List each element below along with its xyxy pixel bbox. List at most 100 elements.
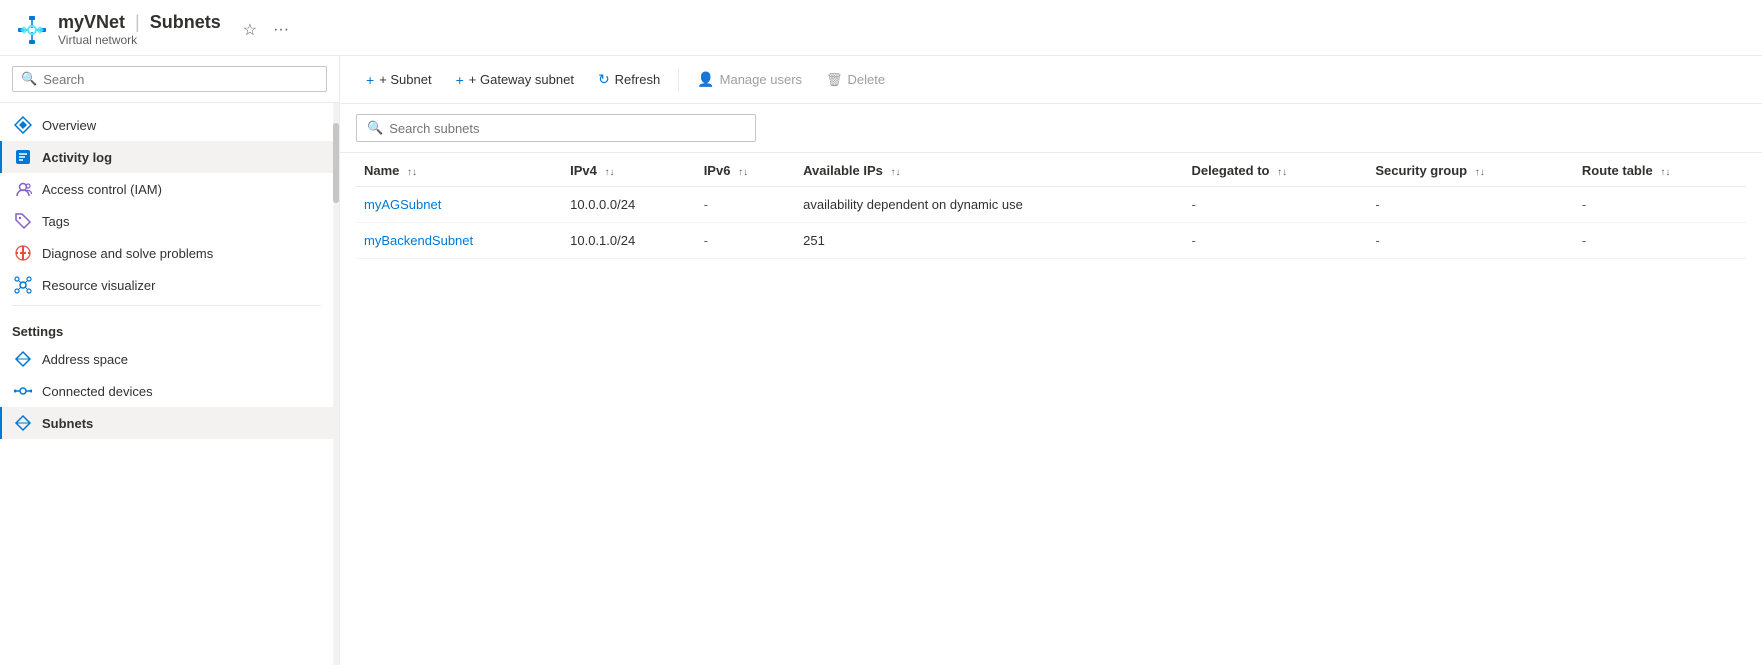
row1-ipv6: - [696, 187, 795, 223]
resource-subtitle: Virtual network [58, 33, 221, 47]
table-row: myAGSubnet 10.0.0.0/24 - availability de… [356, 187, 1746, 223]
main-content: + + Subnet + + Gateway subnet ↻ Refresh … [340, 56, 1762, 665]
col-header-ipv6[interactable]: IPv6 ↑↓ [696, 153, 795, 187]
connected-devices-icon [14, 382, 32, 400]
add-subnet-icon: + [366, 72, 374, 88]
available-ips-sort-icon[interactable]: ↑↓ [891, 167, 901, 178]
row1-name: myAGSubnet [356, 187, 562, 223]
page-title: Subnets [150, 12, 221, 33]
resource-name: myVNet [58, 12, 125, 33]
ipv4-sort-icon[interactable]: ↑↓ [605, 167, 615, 178]
subnets-icon [14, 414, 32, 432]
sidebar-item-subnets[interactable]: Subnets [0, 407, 333, 439]
table-row: myBackendSubnet 10.0.1.0/24 - 251 - - - [356, 223, 1746, 259]
title-separator: | [135, 12, 140, 33]
row2-ipv6: - [696, 223, 795, 259]
settings-divider [12, 305, 321, 306]
mybackendsubnet-link[interactable]: myBackendSubnet [364, 233, 473, 248]
sidebar-scrollbar-thumb [333, 123, 339, 203]
sidebar-item-activity-log[interactable]: Activity log [0, 141, 333, 173]
col-header-name[interactable]: Name ↑↓ [356, 153, 562, 187]
main-layout: 🔍 Overview Activity log [0, 56, 1762, 665]
sidebar-search-area: 🔍 [0, 56, 339, 103]
sidebar-item-access-control[interactable]: Access control (IAM) [0, 173, 333, 205]
sidebar-item-label-resource-visualizer: Resource visualizer [42, 278, 155, 293]
myagsubnet-link[interactable]: myAGSubnet [364, 197, 441, 212]
more-options-button[interactable]: ··· [269, 17, 293, 43]
diagnose-icon [14, 244, 32, 262]
favorite-button[interactable]: ☆ [239, 16, 261, 44]
activity-log-icon [14, 148, 32, 166]
sidebar-search-box[interactable]: 🔍 [12, 66, 327, 92]
sidebar-nav: Overview Activity log Access control (IA… [0, 103, 333, 665]
sidebar-item-label-connected-devices: Connected devices [42, 384, 153, 399]
delete-button[interactable]: 🗑 Delete [816, 67, 895, 93]
row1-ipv4: 10.0.0.0/24 [562, 187, 696, 223]
subnet-search-input[interactable] [389, 121, 745, 136]
add-subnet-label: + Subnet [379, 72, 431, 87]
sidebar-item-diagnose[interactable]: Diagnose and solve problems [0, 237, 333, 269]
col-header-delegated-to[interactable]: Delegated to ↑↓ [1183, 153, 1367, 187]
sidebar-item-tags[interactable]: Tags [0, 205, 333, 237]
toolbar-separator [678, 68, 679, 92]
page-header: myVNet | Subnets Virtual network ☆ ··· [0, 0, 1762, 56]
add-subnet-button[interactable]: + + Subnet [356, 67, 442, 93]
header-actions: ☆ ··· [239, 16, 293, 44]
sidebar-item-label-subnets: Subnets [42, 416, 93, 431]
toolbar: + + Subnet + + Gateway subnet ↻ Refresh … [340, 56, 1762, 104]
col-header-security-group[interactable]: Security group ↑↓ [1367, 153, 1574, 187]
access-control-icon [14, 180, 32, 198]
sidebar-item-label-access-control: Access control (IAM) [42, 182, 162, 197]
name-sort-icon[interactable]: ↑↓ [407, 167, 417, 178]
sidebar-item-label-overview: Overview [42, 118, 96, 133]
add-gateway-subnet-button[interactable]: + + Gateway subnet [446, 67, 584, 93]
delete-icon: 🗑 [826, 72, 843, 88]
sidebar-item-label-diagnose: Diagnose and solve problems [42, 246, 213, 261]
delegated-to-sort-icon[interactable]: ↑↓ [1277, 167, 1287, 178]
col-header-route-table[interactable]: Route table ↑↓ [1574, 153, 1746, 187]
manage-users-label: Manage users [720, 72, 802, 87]
row2-delegated-to: - [1183, 223, 1367, 259]
row2-route-table: - [1574, 223, 1746, 259]
sidebar-item-resource-visualizer[interactable]: Resource visualizer [0, 269, 333, 301]
manage-users-button[interactable]: 👤 Manage users [687, 66, 812, 93]
ipv6-sort-icon[interactable]: ↑↓ [738, 167, 748, 178]
content-search-area: 🔍 [340, 104, 1762, 153]
sidebar-item-label-tags: Tags [42, 214, 69, 229]
sidebar-item-overview[interactable]: Overview [0, 109, 333, 141]
col-header-ipv4[interactable]: IPv4 ↑↓ [562, 153, 696, 187]
content-search-box[interactable]: 🔍 [356, 114, 756, 142]
security-group-sort-icon[interactable]: ↑↓ [1475, 167, 1485, 178]
row2-name: myBackendSubnet [356, 223, 562, 259]
sidebar-scrollbar[interactable] [333, 103, 339, 665]
refresh-label: Refresh [615, 72, 661, 87]
add-gateway-label: + Gateway subnet [469, 72, 574, 87]
refresh-button[interactable]: ↻ Refresh [588, 66, 670, 93]
sidebar-item-address-space[interactable]: Address space [0, 343, 333, 375]
add-gateway-icon: + [456, 72, 464, 88]
row1-security-group: - [1367, 187, 1574, 223]
address-space-icon [14, 350, 32, 368]
sidebar-item-label-activity-log: Activity log [42, 150, 112, 165]
sidebar-search-input[interactable] [43, 72, 318, 87]
row2-ipv4: 10.0.1.0/24 [562, 223, 696, 259]
row1-route-table: - [1574, 187, 1746, 223]
sidebar-search-icon: 🔍 [21, 71, 37, 87]
content-search-icon: 🔍 [367, 120, 383, 136]
col-header-available-ips[interactable]: Available IPs ↑↓ [795, 153, 1183, 187]
refresh-icon: ↻ [598, 71, 610, 88]
logo-area [16, 14, 48, 46]
delete-label: Delete [848, 72, 886, 87]
title-block: myVNet | Subnets Virtual network [58, 12, 221, 47]
sidebar: 🔍 Overview Activity log [0, 56, 340, 665]
overview-icon [14, 116, 32, 134]
route-table-sort-icon[interactable]: ↑↓ [1660, 167, 1670, 178]
table-header-row: Name ↑↓ IPv4 ↑↓ IPv6 ↑↓ Available IPs [356, 153, 1746, 187]
row2-available-ips: 251 [795, 223, 1183, 259]
vnet-logo-icon [16, 14, 48, 46]
row1-delegated-to: - [1183, 187, 1367, 223]
sidebar-item-connected-devices[interactable]: Connected devices [0, 375, 333, 407]
row2-security-group: - [1367, 223, 1574, 259]
sidebar-item-label-address-space: Address space [42, 352, 128, 367]
resource-visualizer-icon [14, 276, 32, 294]
